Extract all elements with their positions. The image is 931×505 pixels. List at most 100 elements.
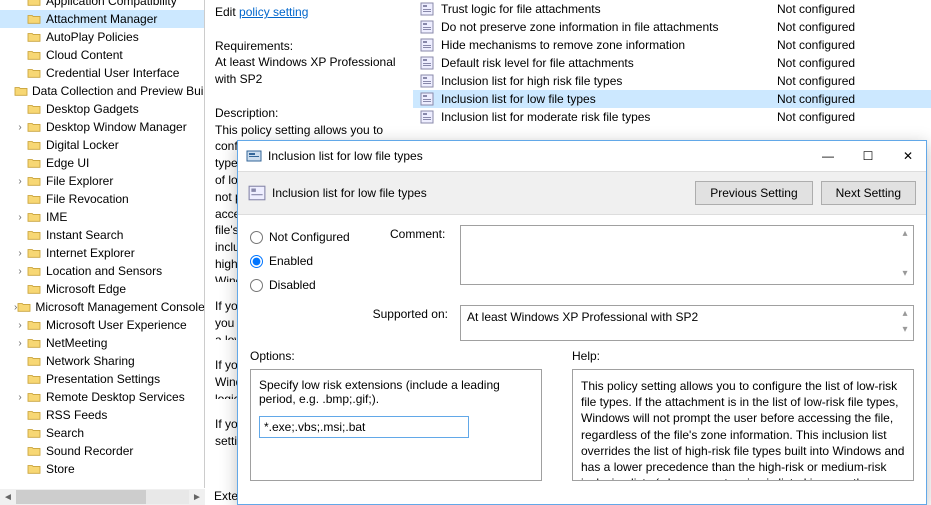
close-button[interactable]: ✕ [898,146,918,166]
edit-policy-link[interactable]: policy setting [239,5,308,19]
tree-item[interactable]: › Location and Sensors [0,262,204,280]
folder-icon [26,408,42,422]
extensions-input[interactable] [259,416,469,438]
tree-item[interactable]: Credential User Interface [0,64,204,82]
supported-text: At least Windows XP Professional with SP… [467,310,698,324]
tree-item[interactable]: Attachment Manager [0,10,204,28]
policy-state: Not configured [777,38,931,52]
tree-item[interactable]: ›Internet Explorer [0,244,204,262]
supported-on-box: At least Windows XP Professional with SP… [460,305,914,341]
folder-icon [26,426,42,440]
tab-extended[interactable]: Exte [214,489,238,503]
policy-state: Not configured [777,92,931,106]
folder-icon [26,354,42,368]
scroll-right-icon[interactable]: ► [189,492,205,503]
scroll-down-icon[interactable]: ▾ [898,268,912,282]
tree-item-label: Location and Sensors [46,264,162,278]
tree-item[interactable]: Store [0,460,204,478]
folder-icon [14,84,28,98]
tree-item-label: RSS Feeds [46,408,107,422]
tree-item[interactable]: Search [0,424,204,442]
folder-icon [26,48,42,62]
tree-item-label: Attachment Manager [46,12,157,26]
scroll-left-icon[interactable]: ◄ [0,492,16,503]
policy-state: Not configured [777,2,931,16]
tree-item[interactable]: Instant Search [0,226,204,244]
scroll-up-icon[interactable]: ▴ [898,228,912,242]
tree-item[interactable]: Network Sharing [0,352,204,370]
tree-item[interactable]: › Remote Desktop Services [0,388,204,406]
options-label: Options: [250,349,542,363]
radio-enabled[interactable]: Enabled [250,249,390,273]
chevron-right-icon[interactable]: › [14,212,26,223]
tree-item[interactable]: ›Microsoft Management Console [0,298,204,316]
tree-item[interactable]: Presentation Settings [0,370,204,388]
policy-row[interactable]: Do not preserve zone information in file… [413,18,931,36]
tree-item[interactable]: ›Microsoft User Experience [0,316,204,334]
chevron-right-icon[interactable]: › [14,176,26,187]
tree-item[interactable]: Cloud Content [0,46,204,64]
tree-item[interactable]: Microsoft Edge [0,280,204,298]
dialog-header: Inclusion list for low file types Previo… [238,171,926,215]
options-text: Specify low risk extensions (include a l… [259,378,533,406]
folder-icon [26,102,42,116]
chevron-right-icon[interactable]: › [14,122,26,133]
policy-row[interactable]: Inclusion list for high risk file typesN… [413,72,931,90]
dialog-titlebar[interactable]: Inclusion list for low file types — ☐ ✕ [238,141,926,171]
requirements-head: Requirements: [215,38,404,55]
policy-item-icon [419,37,435,53]
tree-item[interactable]: › Desktop Window Manager [0,118,204,136]
radio-not-configured[interactable]: Not Configured [250,225,390,249]
tree-item[interactable]: Edge UI [0,154,204,172]
policy-row[interactable]: Trust logic for file attachmentsNot conf… [413,0,931,18]
tree-item-label: Microsoft Edge [46,282,126,296]
tree-item-label: Desktop Window Manager [46,120,187,134]
folder-icon [26,228,42,242]
dialog-header-title: Inclusion list for low file types [266,186,687,200]
previous-setting-button[interactable]: Previous Setting [695,181,812,205]
tree-item[interactable]: AutoPlay Policies [0,28,204,46]
tree-item-label: Credential User Interface [46,66,179,80]
minimize-button[interactable]: — [818,146,838,166]
scroll-up-icon[interactable]: ▴ [898,308,912,322]
tree-item[interactable]: Application Compatibility [0,0,204,10]
tree-item-label: File Revocation [46,192,129,206]
tree-item[interactable]: › NetMeeting [0,334,204,352]
policy-row[interactable]: Hide mechanisms to remove zone informati… [413,36,931,54]
chevron-right-icon[interactable]: › [14,266,26,277]
folder-icon [26,264,42,278]
tree-item[interactable]: Sound Recorder [0,442,204,460]
maximize-button[interactable]: ☐ [858,146,878,166]
tree-item[interactable]: ›IME [0,208,204,226]
chevron-right-icon[interactable]: › [14,248,26,259]
chevron-right-icon[interactable]: › [14,338,26,349]
requirements-body: At least Windows XP Professional with SP… [215,54,404,88]
policy-row[interactable]: Inclusion list for moderate risk file ty… [413,108,931,126]
comment-label: Comment: [390,225,460,285]
tree-item-label: Store [46,462,75,476]
comment-textarea[interactable]: ▴ ▾ [460,225,914,285]
tree-item[interactable]: RSS Feeds [0,406,204,424]
policy-row[interactable]: Default risk level for file attachmentsN… [413,54,931,72]
policy-state: Not configured [777,56,931,70]
scroll-down-icon[interactable]: ▾ [898,324,912,338]
tree-item[interactable]: ›File Explorer [0,172,204,190]
tree-item[interactable]: Desktop Gadgets [0,100,204,118]
chevron-right-icon[interactable]: › [14,392,26,403]
scroll-thumb[interactable] [16,490,146,504]
tree-item[interactable]: Digital Locker [0,136,204,154]
folder-icon [26,120,42,134]
radio-disabled[interactable]: Disabled [250,273,390,297]
tree-item-label: Network Sharing [46,354,135,368]
tree-item-label: Remote Desktop Services [46,390,185,404]
tree-item[interactable]: Data Collection and Preview Builds [0,82,204,100]
policy-state: Not configured [777,20,931,34]
tree-item-label: NetMeeting [46,336,107,350]
tree-hscroll[interactable]: ◄ ► [0,489,205,505]
chevron-right-icon[interactable]: › [14,320,26,331]
policy-name: Inclusion list for moderate risk file ty… [441,110,777,124]
policy-row[interactable]: Inclusion list for low file typesNot con… [413,90,931,108]
tree-item[interactable]: File Revocation [0,190,204,208]
next-setting-button[interactable]: Next Setting [821,181,916,205]
folder-icon [26,66,42,80]
